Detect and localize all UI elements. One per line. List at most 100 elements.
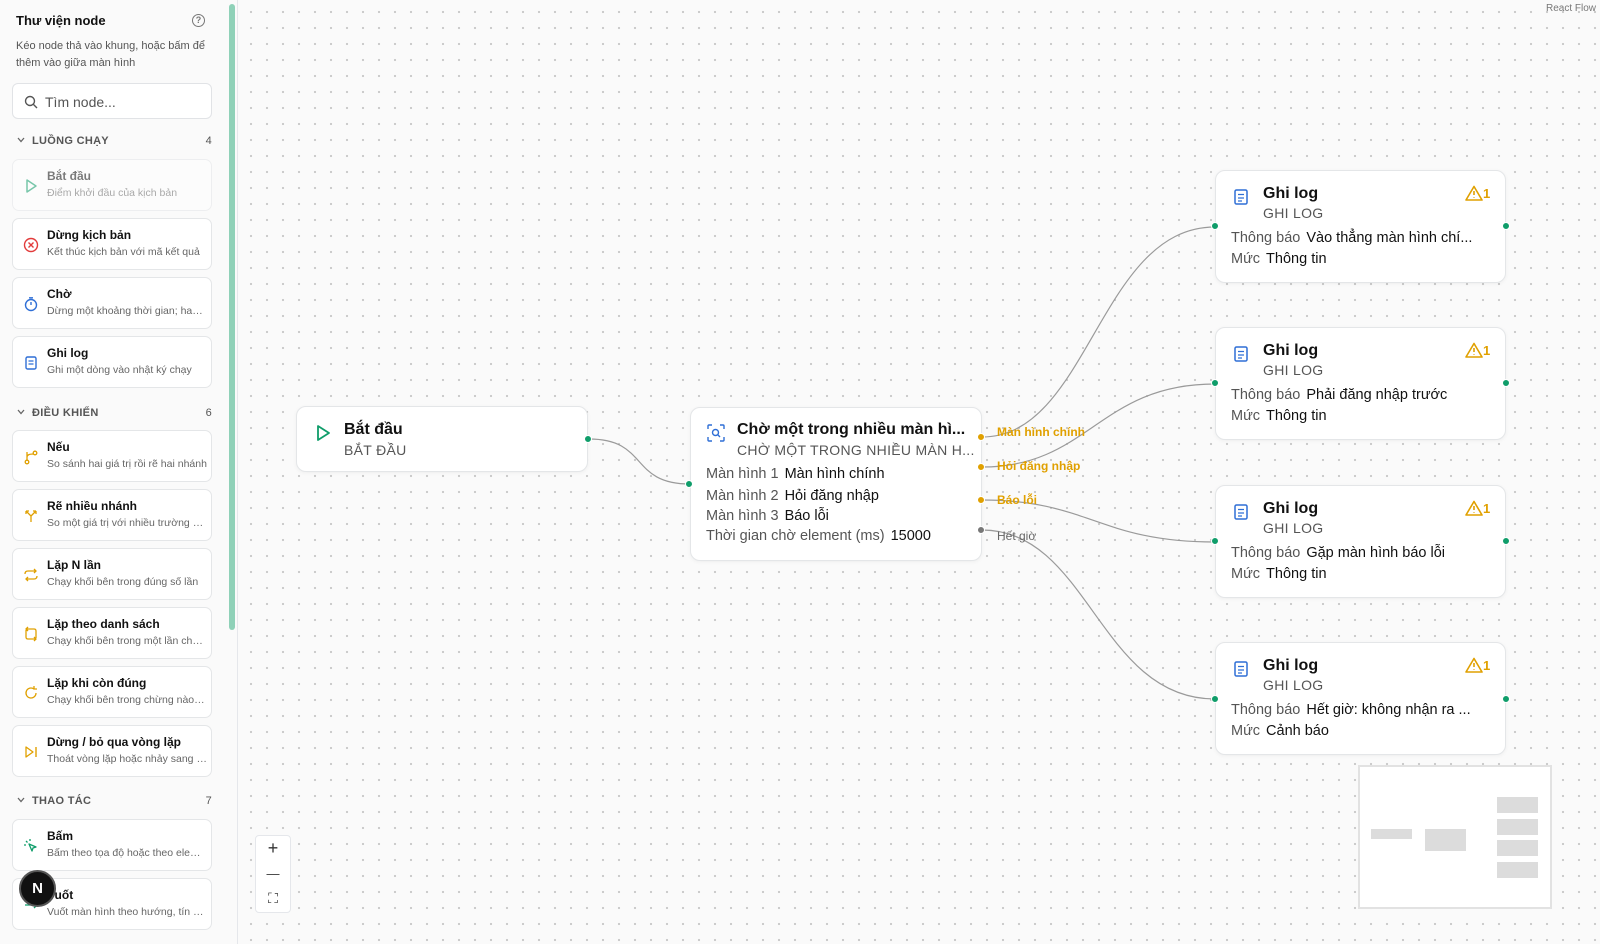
node-subtitle: BẮT ĐẦU — [344, 442, 407, 458]
node-item-start[interactable]: Bắt đầu Điểm khởi đầu của kịch bản — [12, 159, 212, 211]
node-item-repeat-n[interactable]: Lặp N lần Chạy khối bên trong đúng số lầ… — [12, 548, 212, 600]
edge-main-screen[interactable] — [981, 226, 1216, 438]
log-scroll-icon — [1234, 504, 1248, 520]
search-icon — [24, 95, 38, 109]
node-item-wait[interactable]: Chờ Dừng một khoảng thời gian; hay chờ — [12, 277, 212, 329]
field-row: Màn hình 1 Màn hình chính — [706, 466, 885, 482]
avatar[interactable]: N — [19, 870, 56, 907]
warning-icon — [1465, 342, 1483, 358]
node-title: Ghi log — [1263, 342, 1319, 359]
warning-icon — [1465, 657, 1483, 673]
field-row: Mức Thông tin — [1231, 408, 1327, 424]
warning-icon — [1465, 185, 1483, 201]
chevron-down-icon — [17, 137, 25, 143]
stop-circle-icon — [23, 237, 39, 253]
node-item-log[interactable]: Ghi log Ghi một dòng vào nhật ký chạy — [12, 336, 212, 388]
fit-view-button[interactable]: ⛶ — [256, 886, 290, 911]
help-icon[interactable]: ? — [192, 14, 205, 27]
edge-timeout[interactable] — [981, 529, 1216, 700]
input-handle[interactable] — [1211, 537, 1219, 545]
output-label: Hỏi đăng nhập — [997, 459, 1081, 473]
zoom-in-button[interactable]: + — [256, 836, 290, 861]
log-node[interactable]: Ghi log GHI LOG 1 Thông báo Phải đăng nhậ… — [1215, 327, 1506, 440]
output-handle[interactable] — [1502, 222, 1510, 230]
field-row: Mức Thông tin — [1231, 566, 1327, 582]
search-box[interactable] — [12, 83, 212, 119]
repeat-list-icon — [25, 626, 37, 642]
field-row: Màn hình 3 Báo lỗi — [706, 508, 829, 524]
minimap-node — [1497, 840, 1538, 856]
node-subtitle: GHI LOG — [1263, 677, 1324, 693]
warning-badge[interactable]: 1 — [1465, 500, 1490, 516]
repeat-icon — [24, 568, 38, 582]
category-header[interactable]: THAO TÁC 7 — [16, 794, 212, 810]
sidebar-scrollbar[interactable] — [229, 4, 235, 630]
timer-icon — [24, 297, 38, 312]
output-label: Báo lỗi — [997, 493, 1038, 507]
warning-icon — [1465, 500, 1483, 516]
output-handle-error[interactable] — [977, 496, 985, 504]
input-handle[interactable] — [1211, 695, 1219, 703]
warning-badge[interactable]: 1 — [1465, 185, 1490, 201]
tap-icon — [24, 839, 37, 852]
node-subtitle: GHI LOG — [1263, 520, 1324, 536]
output-handle-main-screen[interactable] — [977, 433, 985, 441]
field-row: Thông báo Vào thẳng màn hình chí... — [1231, 230, 1473, 246]
input-handle[interactable] — [1211, 379, 1219, 387]
field-row: Thông báo Phải đăng nhập trước — [1231, 387, 1448, 403]
start-node[interactable]: Bắt đầu BẮT ĐẦU — [296, 406, 588, 472]
output-handle[interactable] — [1502, 537, 1510, 545]
chevron-down-icon — [17, 797, 25, 803]
node-title: Ghi log — [1263, 657, 1319, 674]
chevron-down-icon — [17, 409, 25, 415]
react-flow-attribution[interactable]: React Flow — [1546, 3, 1596, 14]
category-header[interactable]: ĐIỀU KHIỂN 6 — [16, 406, 212, 422]
category-count: 7 — [205, 795, 212, 807]
output-handle[interactable] — [1502, 695, 1510, 703]
log-scroll-icon — [25, 356, 37, 370]
log-node[interactable]: Ghi log GHI LOG 1 Thông báo Hết giờ: khôn… — [1215, 642, 1506, 755]
log-scroll-icon — [1234, 189, 1248, 205]
sidebar-description: Kéo node thả vào khung, hoặc bấm để thêm… — [16, 40, 205, 69]
edge-start-to-wait[interactable] — [588, 438, 691, 485]
warning-badge[interactable]: 1 — [1465, 342, 1490, 358]
node-item-switch[interactable]: Rẽ nhiều nhánh So một giá trị với nhiều … — [12, 489, 212, 541]
output-handle[interactable] — [1502, 379, 1510, 387]
output-handle-login[interactable] — [977, 463, 985, 471]
play-icon — [317, 425, 330, 441]
minimap-node — [1497, 797, 1538, 813]
node-item-break-loop[interactable]: Dừng / bỏ qua vòng lặp Thoát vòng lặp ho… — [12, 725, 212, 777]
node-item-stop-script[interactable]: Dừng kịch bản Kết thúc kịch bản với mã k… — [12, 218, 212, 270]
search-input[interactable] — [45, 92, 205, 112]
zoom-out-button[interactable]: — — [256, 861, 290, 886]
category-header[interactable]: LUỒNG CHẠY 4 — [16, 134, 212, 150]
log-node[interactable]: Ghi log GHI LOG 1 Thông báo Vào thẳng màn… — [1215, 170, 1506, 283]
input-handle[interactable] — [1211, 222, 1219, 230]
field-row: Màn hình 2 Hỏi đăng nhập — [706, 488, 879, 504]
output-handle[interactable] — [584, 435, 592, 443]
log-scroll-icon — [1234, 661, 1248, 677]
log-node[interactable]: Ghi log GHI LOG 1 Thông báo Gặp màn hình … — [1215, 485, 1506, 598]
node-item-while[interactable]: Lặp khi còn đúng Chạy khối bên trong chừ… — [12, 666, 212, 718]
output-label: Hết giờ — [997, 529, 1037, 543]
input-handle[interactable] — [685, 480, 693, 488]
node-item-foreach[interactable]: Lặp theo danh sách Chạy khối bên trong m… — [12, 607, 212, 659]
skip-icon — [25, 746, 37, 758]
minimap-node — [1425, 829, 1466, 851]
field-row: Mức Cảnh báo — [1231, 723, 1329, 739]
wait-multi-screen-node[interactable]: Chờ một trong nhiều màn hì... CHỜ MỘT TR… — [690, 407, 982, 561]
node-item-if[interactable]: Nếu So sánh hai giá trị rồi rẽ hai nhánh — [12, 430, 212, 482]
node-library-sidebar: Thư viện node ? Kéo node thả vào khung, … — [0, 0, 238, 944]
node-subtitle: GHI LOG — [1263, 205, 1324, 221]
node-item-tap[interactable]: Bấm Bấm theo tọa độ hoặc theo element — [12, 819, 212, 871]
minimap-node — [1497, 819, 1538, 835]
screen-search-icon — [707, 424, 725, 442]
zoom-controls: + — ⛶ — [255, 835, 291, 913]
minimap[interactable] — [1358, 765, 1552, 909]
warning-badge[interactable]: 1 — [1465, 657, 1490, 673]
field-row: Thời gian chờ element (ms) 15000 — [706, 528, 931, 544]
sidebar-title: Thư viện node — [16, 13, 106, 28]
node-subtitle: GHI LOG — [1263, 362, 1324, 378]
output-handle-timeout[interactable] — [977, 526, 985, 534]
node-title: Ghi log — [1263, 500, 1319, 517]
